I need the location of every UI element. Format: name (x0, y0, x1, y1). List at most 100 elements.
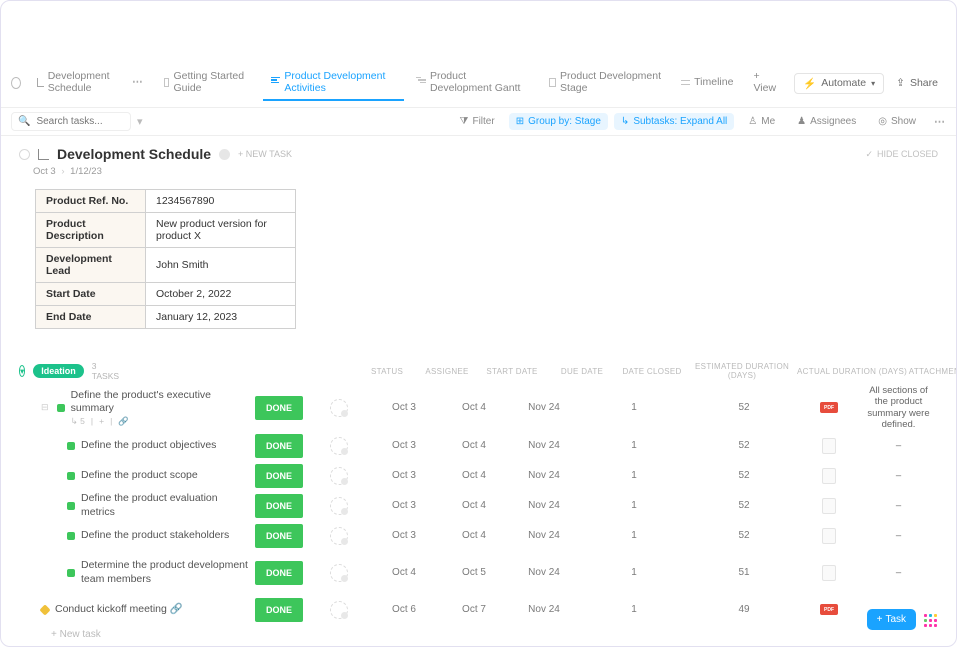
task-row[interactable]: ⊟ Define the product's executive summary… (1, 385, 956, 431)
start-date-cell: Oct 3 (369, 470, 439, 481)
pdf-icon[interactable]: PDF (820, 402, 838, 413)
attachment-icon[interactable] (822, 528, 836, 544)
automate-button[interactable]: ⚡ Automate ▾ (794, 73, 884, 94)
info-value: January 12, 2023 (146, 306, 296, 329)
view-tab-stage[interactable]: Product Development Stage (541, 65, 670, 101)
tree-toggle[interactable]: ⊟ (41, 402, 49, 413)
task-title: Conduct kickoff meeting 🔗 (55, 603, 183, 616)
subtasks-label: Subtasks: Expand All (633, 116, 727, 127)
assignee-placeholder[interactable] (330, 601, 348, 619)
settings-icon[interactable] (11, 77, 21, 89)
status-square-icon[interactable] (67, 472, 75, 480)
status-pill[interactable]: DONE (255, 524, 303, 548)
task-subline: ↳ 5|+|🔗 (71, 416, 249, 427)
due-date-cell: Oct 4 (439, 402, 509, 413)
attachment-icon[interactable] (822, 565, 836, 581)
task-title: Define the product evaluation metrics (81, 492, 249, 518)
search-input-wrap[interactable]: 🔍 (11, 112, 131, 131)
attachment-icon[interactable] (822, 438, 836, 454)
actual-cell: 52 (689, 440, 799, 451)
status-pill[interactable]: DONE (255, 396, 303, 420)
eye-icon: ◎ (878, 116, 887, 127)
subtask-icon[interactable]: ↳ 5 (71, 416, 85, 427)
project-info-table: Product Ref. No.1234567890Product Descri… (35, 189, 296, 329)
assignee-placeholder[interactable] (330, 497, 348, 515)
date-closed-cell: Nov 24 (509, 402, 579, 413)
view-tab-timeline[interactable]: Timeline (673, 71, 741, 95)
view-tab-getting-started[interactable]: Getting Started Guide (156, 65, 260, 101)
collapse-icon[interactable] (19, 149, 30, 160)
task-name-cell: Define the product evaluation metrics (19, 492, 249, 518)
show-button[interactable]: ◎ Show (870, 112, 924, 131)
pdf-icon[interactable]: PDF (820, 604, 838, 615)
info-label: Product Description (36, 213, 146, 248)
task-name-cell: Determine the product development team m… (19, 559, 249, 585)
assignee-placeholder[interactable] (330, 527, 348, 545)
search-icon: 🔍 (18, 116, 30, 127)
task-row[interactable]: Conduct kickoff meeting 🔗 DONE Oct 6 Oct… (1, 595, 956, 625)
person-icon: ♙ (748, 116, 757, 127)
view-tab-development-schedule[interactable]: Development Schedule ⋯ (29, 65, 152, 101)
link-icon[interactable]: 🔗 (118, 416, 129, 427)
share-button[interactable]: ⇪ Share (888, 74, 946, 92)
attachment-icon[interactable] (822, 468, 836, 484)
new-task-float-button[interactable]: + Task (867, 609, 916, 630)
collapse-toggle[interactable]: ▾ (19, 365, 25, 377)
remarks-cell: All sections of the product summary were… (859, 385, 938, 431)
task-row[interactable]: Define the product evaluation metrics DO… (1, 491, 956, 521)
new-task-row[interactable]: + New task (1, 625, 956, 644)
hide-closed-label: HIDE CLOSED (877, 149, 938, 159)
status-square-icon[interactable] (39, 604, 50, 615)
group-header: ▾ Ideation 3 TASKS STATUS ASSIGNEE START… (1, 357, 956, 385)
assignee-placeholder[interactable] (330, 564, 348, 582)
more-icon[interactable]: ⋯ (934, 115, 946, 128)
assignee-placeholder[interactable] (330, 437, 348, 455)
col-start: START DATE (477, 367, 547, 376)
view-tab-product-dev-activities[interactable]: Product Development Activities (263, 65, 404, 101)
assignee-placeholder[interactable] (330, 467, 348, 485)
task-row[interactable]: Define the product stakeholders DONE Oct… (1, 521, 956, 551)
filter-label: Filter (472, 116, 494, 127)
status-square-icon[interactable] (57, 404, 65, 412)
hide-closed-button[interactable]: ✓ HIDE CLOSED (865, 149, 938, 160)
date-closed-cell: Nov 24 (509, 567, 579, 578)
date-closed-cell: Nov 24 (509, 500, 579, 511)
view-tab-gantt[interactable]: Product Development Gantt (408, 65, 537, 101)
me-button[interactable]: ♙ Me (740, 112, 783, 131)
status-pill[interactable]: DONE (255, 561, 303, 585)
group-badge[interactable]: Ideation (33, 364, 84, 378)
col-est: ESTIMATED DURATION (DAYS) (687, 362, 797, 380)
status-pill[interactable]: DONE (255, 598, 303, 622)
task-row[interactable]: Define the product scope DONE Oct 3 Oct … (1, 461, 956, 491)
status-square-icon[interactable] (67, 569, 75, 577)
search-input[interactable] (36, 116, 106, 127)
filter-button[interactable]: ⧩ Filter (452, 112, 503, 131)
info-row: Product Ref. No.1234567890 (36, 190, 296, 213)
assignees-button[interactable]: ♟ Assignees (789, 112, 864, 131)
task-row[interactable]: Determine the product development team m… (1, 551, 956, 595)
status-square-icon[interactable] (67, 502, 75, 510)
view-tab-label: Getting Started Guide (173, 70, 251, 94)
info-icon[interactable] (219, 149, 230, 160)
new-task-button[interactable]: + NEW TASK (238, 149, 292, 159)
subtasks-button[interactable]: ↳ Subtasks: Expand All (614, 113, 734, 130)
status-pill[interactable]: DONE (255, 494, 303, 518)
start-date-cell: Oct 3 (369, 440, 439, 451)
share-icon: ⇪ (896, 77, 905, 89)
apps-icon[interactable] (922, 612, 938, 628)
status-square-icon[interactable] (67, 532, 75, 540)
info-row: Product DescriptionNew product version f… (36, 213, 296, 248)
list-icon (38, 149, 49, 160)
ellipsis-icon[interactable]: ⋯ (132, 76, 144, 88)
add-view-button[interactable]: + View (745, 65, 786, 101)
link-icon[interactable]: 🔗 (170, 603, 183, 615)
plus-icon[interactable]: + (99, 416, 104, 426)
status-pill[interactable]: DONE (255, 464, 303, 488)
attachment-icon[interactable] (822, 498, 836, 514)
task-row[interactable]: Define the product objectives DONE Oct 3… (1, 431, 956, 461)
chevron-down-icon[interactable]: ▾ (137, 115, 143, 128)
status-square-icon[interactable] (67, 442, 75, 450)
status-pill[interactable]: DONE (255, 434, 303, 458)
assignee-placeholder[interactable] (330, 399, 348, 417)
group-by-button[interactable]: ⊞ Group by: Stage (509, 113, 608, 130)
